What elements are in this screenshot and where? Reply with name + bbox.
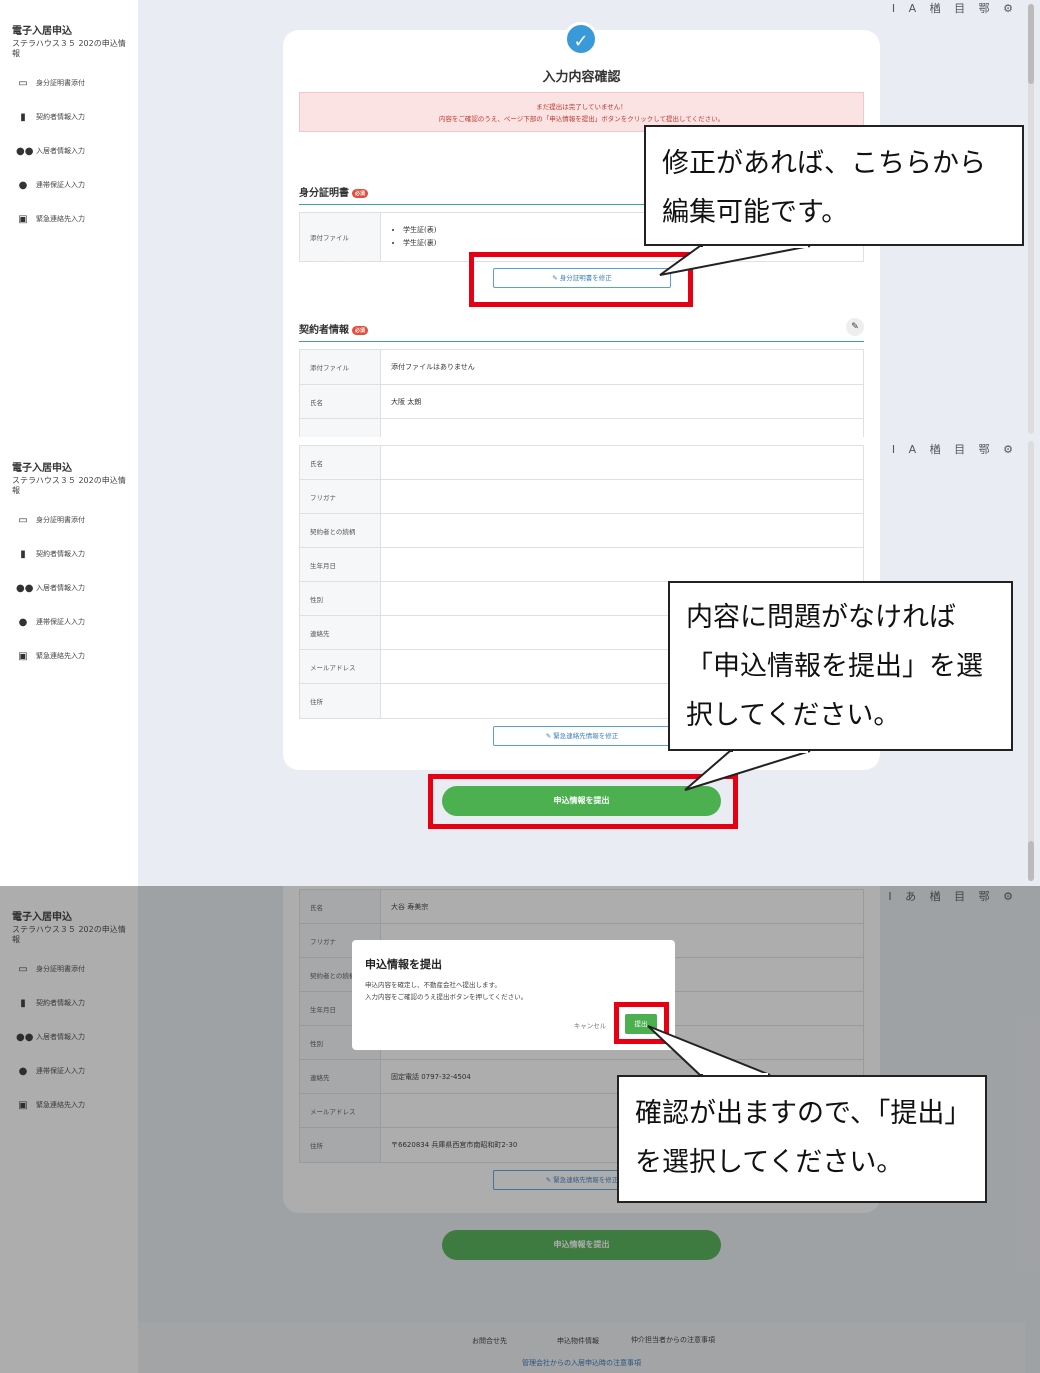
document-icon: ▮ [20, 111, 26, 123]
sidebar-item-label: 連帯保証人入力 [36, 181, 85, 190]
sidebar-item-contract[interactable]: ▮ 契約者情報入力 [16, 537, 138, 571]
highlight-box-submit [428, 774, 738, 829]
user-icon: ● [18, 179, 28, 191]
row-label: 添付ファイル [300, 350, 381, 384]
scrollbar[interactable] [1028, 4, 1034, 434]
contact-book-icon: ▣ [18, 213, 28, 225]
modal-body: 申込内容を確定し、不動産会社へ提出します。 入力内容をご確認のうえ提出ボタンを押… [365, 981, 528, 1001]
screenshot-panel-2: 電子入居申込 ステラハウス３５ 202の申込情報 ▭ 身分証明書添付 ▮ 契約者情報… [0, 437, 1040, 886]
table-row: 氏名 [300, 446, 863, 480]
check-icon: ✓ [564, 22, 598, 56]
section-title-contract: 契約者情報 必須 [299, 321, 369, 336]
sidebar-title: 電子入居申込 [12, 463, 72, 474]
required-badge: 必須 [352, 188, 369, 198]
sidebar-item-label: 緊急連絡先入力 [36, 215, 85, 224]
cancel-button[interactable]: キャンセル [564, 1016, 616, 1036]
browser-toolbar[interactable]: Ι A 楢 目 鄂 ⚙ [892, 0, 1018, 16]
row-label: 添付ファイル [300, 213, 381, 261]
sidebar-item-label: 入居者情報入力 [36, 147, 85, 156]
row-label: 氏名 [300, 385, 381, 418]
sidebar-item-contract[interactable]: ▮ 契約者情報入力 [16, 100, 138, 134]
sidebar-item-emergency[interactable]: ▣ 緊急連絡先入力 [16, 639, 138, 673]
user-icon: ● [18, 616, 28, 628]
scrollbar[interactable] [1028, 441, 1034, 881]
file-item[interactable]: 学生証(裏) [403, 237, 436, 250]
table-row: 契約者との続柄 [300, 514, 863, 548]
file-item[interactable]: 学生証(表) [403, 224, 436, 237]
callout-2: 内容に問題がなければ「申込情報を提出」を選択してください。 [668, 581, 1013, 751]
contact-book-icon: ▣ [18, 650, 28, 662]
callout-3: 確認が出ますので、「提出」を選択してください。 [617, 1075, 987, 1203]
id-card-icon: ▭ [18, 77, 28, 89]
sidebar-item-label: 身分証明書添付 [36, 79, 85, 88]
required-badge: 必須 [352, 325, 369, 335]
row-value: 大阪 太朗 [391, 397, 422, 406]
table-row: 添付ファイル 添付ファイルはありません [300, 350, 863, 385]
edit-emergency-button[interactable]: ✎ 緊急連絡先情報を修正 [493, 726, 671, 746]
contract-table: 添付ファイル 添付ファイルはありません 氏名 大阪 太朗 [299, 349, 864, 437]
sidebar: 電子入居申込 ステラハウス３５ 202の申込情報 ▭ 身分証明書添付 ▮ 契約者情報… [0, 0, 138, 437]
sidebar-title: 電子入居申込 [12, 26, 72, 37]
sidebar-item-id[interactable]: ▭ 身分証明書添付 [16, 503, 138, 537]
document-icon: ▮ [20, 548, 26, 560]
users-icon: ●● [16, 145, 34, 157]
sidebar-item-guarantor[interactable]: ● 連帯保証人入力 [16, 605, 138, 639]
page-title: 入力内容確認 [542, 70, 621, 85]
alert-line-1: まだ提出は完了していません！ [536, 103, 627, 111]
screenshot-panel-3: 電子入居申込 ステラハウス３５ 202の申込情報 ▭ 身分証明書添付 ▮ 契約者情報… [0, 886, 1040, 1373]
sidebar-item-label: 契約者情報入力 [36, 113, 85, 122]
sidebar-subtitle: ステラハウス３５ 202の申込情報 [12, 39, 126, 58]
section-divider [299, 341, 864, 342]
browser-toolbar[interactable]: Ι A 楢 目 鄂 ⚙ [892, 441, 1018, 457]
edit-pencil-icon[interactable]: ✎ [846, 318, 864, 336]
table-row: 氏名 大阪 太朗 [300, 385, 863, 419]
table-row [300, 419, 863, 437]
screenshot-panel-1: 電子入居申込 ステラハウス３５ 202の申込情報 ▭ 身分証明書添付 ▮ 契約者情報… [0, 0, 1040, 437]
sidebar-item-residents[interactable]: ●● 入居者情報入力 [16, 571, 138, 605]
sidebar-item-emergency[interactable]: ▣ 緊急連絡先入力 [16, 202, 138, 236]
table-row: フリガナ [300, 480, 863, 514]
sidebar-item-residents[interactable]: ●● 入居者情報入力 [16, 134, 138, 168]
highlight-box-confirm [614, 1002, 669, 1044]
alert-line-2: 内容をご確認のうえ、ページ下部の「申込情報を提出」ボタンをクリックして提出してく… [438, 115, 725, 124]
section-title-id: 身分証明書 必須 [299, 184, 369, 199]
sidebar-item-id[interactable]: ▭ 身分証明書添付 [16, 66, 138, 100]
sidebar: 電子入居申込 ステラハウス３５ 202の申込情報 ▭ 身分証明書添付 ▮ 契約者情報… [0, 437, 138, 886]
users-icon: ●● [16, 582, 34, 594]
row-value: 添付ファイルはありません [391, 363, 475, 371]
id-card-icon: ▭ [18, 514, 28, 526]
highlight-box-edit [469, 252, 693, 307]
modal-title: 申込情報を提出 [365, 958, 442, 971]
table-row: 生年月日 [300, 548, 863, 582]
sidebar-item-guarantor[interactable]: ● 連帯保証人入力 [16, 168, 138, 202]
callout-1: 修正があれば、こちらから編集可能です。 [644, 125, 1024, 246]
sidebar-subtitle: ステラハウス３５ 202の申込情報 [12, 476, 126, 495]
